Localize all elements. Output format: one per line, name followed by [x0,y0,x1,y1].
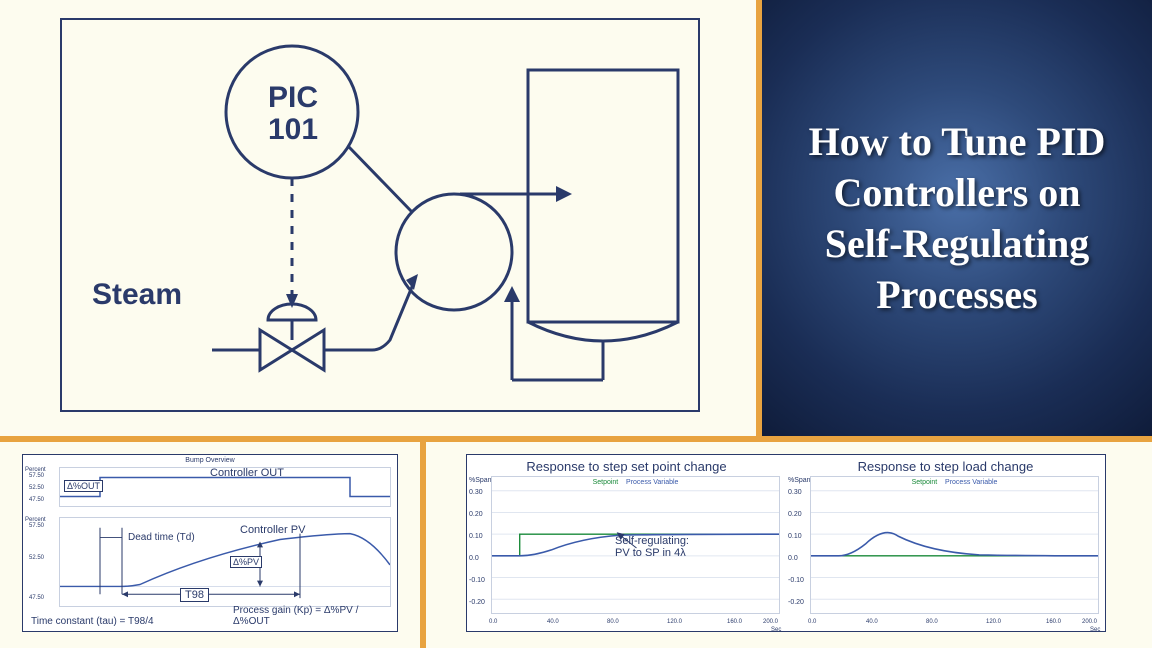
footer-kp: Process gain (Kp) = Δ%PV / Δ%OUT [233,605,397,627]
ytick: 0.20 [469,511,483,518]
bump-title: Bump Overview [23,457,397,464]
t98-label: T98 [180,588,209,602]
resp-load-chart: Setpoint Process Variable [810,476,1099,614]
delta-pv-label: Δ%PV [230,556,262,568]
self-regulating-note: Self-regulating: PV to SP in 4λ [615,535,689,559]
x-unit: Sec [771,627,781,633]
ytick: 0.20 [788,511,802,518]
bump-out-label: Controller OUT [210,467,284,479]
y-label: %Span [788,477,811,484]
xtick: 160.0 [1046,619,1061,625]
legend-sp: Setpoint [593,479,619,486]
slide-title: How to Tune PID Controllers on Self-Regu… [790,116,1124,321]
bump-chart-pv: Dead time (Td) Controller PV T98 Δ%PV [59,517,391,607]
ytick: -0.20 [469,599,485,606]
xtick: 120.0 [986,619,1001,625]
ytick: 47.50 [29,595,44,601]
self-regulating-text: Self-regulating: PV to SP in 4λ [615,535,689,559]
legend-pv: Process Variable [626,479,678,486]
xtick: 120.0 [667,619,682,625]
title-card: How to Tune PID Controllers on Self-Regu… [762,0,1152,436]
ytick: -0.10 [469,577,485,584]
ytick: 0.0 [788,555,798,562]
x-unit: Sec [1090,627,1100,633]
bump-overview: Bump Overview Percent 57.50 52.50 47.50 … [22,454,398,632]
ytick: 0.30 [788,489,802,496]
footer-tau: Time constant (tau) = T98/4 [31,616,154,627]
steam-label: Steam [92,278,182,312]
bump-chart-out: Controller OUT Δ%OUT [59,467,391,507]
response-panel-container: Response to step set point change %Span … [426,442,1152,648]
pid-svg [62,20,702,414]
ytick: 0.10 [469,533,483,540]
controller-tag-text: PIC 101 [268,81,318,146]
xtick: 200.0 [763,619,778,625]
controller-tag: PIC 101 [248,82,338,145]
resp-legend: Setpoint Process Variable [492,479,779,486]
ytick: 52.50 [29,485,44,491]
resp-left-title: Response to step set point change [473,459,780,474]
y-label: %Span [469,477,492,484]
resp-legend: Setpoint Process Variable [811,479,1098,486]
xtick: 40.0 [547,619,559,625]
dead-time-label: Dead time (Td) [128,532,195,543]
ytick: 0.30 [469,489,483,496]
xtick: 80.0 [607,619,619,625]
ytick: 57.50 [29,523,44,529]
ytick: 47.50 [29,497,44,503]
bump-overview-panel: Bump Overview Percent 57.50 52.50 47.50 … [0,442,420,648]
pid-diagram-panel: PIC 101 Steam [0,0,756,436]
ytick: 0.0 [469,555,479,562]
dead-time-text: Dead time (Td) [128,532,195,543]
xtick: 160.0 [727,619,742,625]
delta-out-label: Δ%OUT [64,480,103,492]
xtick: 40.0 [866,619,878,625]
legend-sp: Setpoint [912,479,938,486]
resp-load-svg [811,477,1098,613]
xtick: 200.0 [1082,619,1097,625]
ytick: -0.10 [788,577,804,584]
pid-diagram: PIC 101 Steam [60,18,700,412]
bump-pv-label: Controller PV [240,524,305,536]
response-panel: Response to step set point change %Span … [466,454,1106,632]
response-setpoint-half: Response to step set point change %Span … [467,455,786,631]
xtick: 80.0 [926,619,938,625]
xtick: 0.0 [489,619,497,625]
ytick: -0.20 [788,599,804,606]
ytick: 57.50 [29,473,44,479]
ytick: 0.10 [788,533,802,540]
resp-right-title: Response to step load change [792,459,1099,474]
xtick: 0.0 [808,619,816,625]
response-load-half: Response to step load change %Span 0.30 … [786,455,1105,631]
bump-pv-svg [60,518,390,606]
legend-pv: Process Variable [945,479,997,486]
ytick: 52.50 [29,555,44,561]
